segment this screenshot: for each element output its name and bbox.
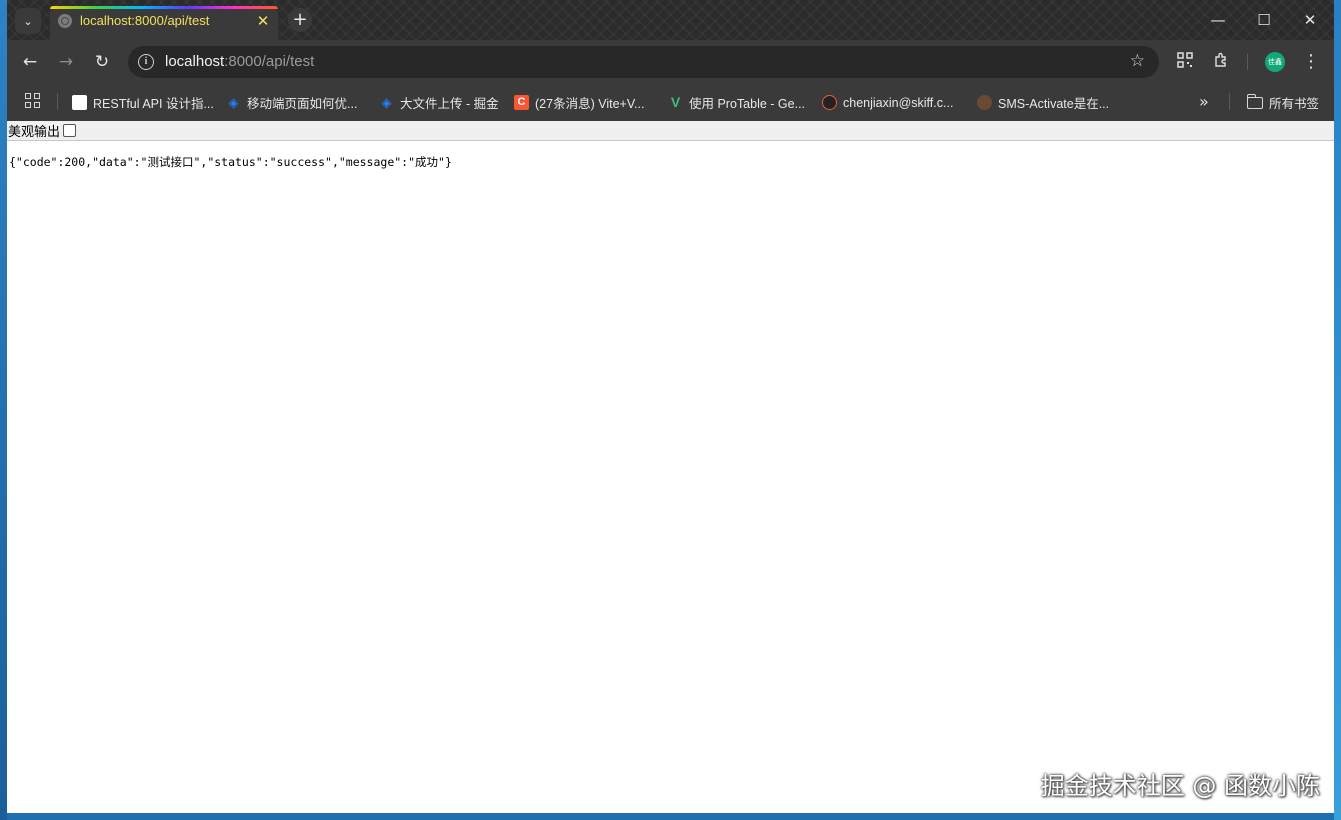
kebab-menu-icon[interactable]: ⋮ [1301,52,1321,72]
bookmarks-bar: RESTful API 设计指... ◈ 移动端页面如何优... ◈ 大文件上传… [7,84,1334,121]
apps-grid-icon[interactable] [25,93,41,109]
all-bookmarks-button[interactable]: 所有书签 [1246,84,1320,121]
bookmark-label: RESTful API 设计指... [93,97,214,111]
watermark: 掘金技术社区 @ 函数小陈 [1040,772,1320,800]
bookmark-label: 大文件上传 - 掘金 [400,97,499,111]
url-path: :8000/api/test [224,53,315,70]
bookmark-label: 移动端页面如何优... [247,97,358,111]
extensions-icon[interactable] [1211,52,1231,72]
pretty-print-checkbox[interactable] [63,124,77,137]
vue-favicon-icon: V [670,94,681,110]
tab-search-button[interactable]: ⌄ [15,8,41,34]
more-bookmarks-icon[interactable]: » [1199,92,1209,111]
url-host: localhost [165,53,225,70]
tab-close-icon[interactable]: ✕ [254,12,272,30]
json-viewer-controls: 美观输出 [7,121,1334,141]
reload-button[interactable]: ↻ [91,51,113,73]
bookmarks-divider [57,93,58,110]
minimize-button[interactable]: — [1203,8,1233,32]
bookmark-sms-activate[interactable]: SMS-Activate是在... [977,84,1109,121]
tab-title: localhost:8000/api/test [80,13,210,28]
close-window-button[interactable]: ✕ [1295,8,1325,32]
desktop-background [0,0,7,820]
bookmarks-divider-right [1229,93,1230,110]
profile-avatar[interactable]: 佳鑫 [1265,52,1285,72]
bookmark-protable[interactable]: V 使用 ProTable - Ge... [668,84,805,121]
csdn-favicon-icon: C [514,95,529,110]
all-bookmarks-label: 所有书签 [1269,97,1320,111]
active-tab[interactable]: localhost:8000/api/test ✕ [50,6,278,40]
juejin-favicon-icon: ◈ [381,95,392,110]
bookmark-mobile-page[interactable]: ◈ 移动端页面如何优... [226,84,358,121]
bookmark-restful[interactable]: RESTful API 设计指... [72,84,214,121]
folder-icon [1246,93,1263,109]
plus-icon: + [292,9,308,30]
desktop-background-right [1334,0,1341,820]
bookmark-csdn[interactable]: C (27条消息) Vite+V... [514,84,644,121]
bookmark-file-upload[interactable]: ◈ 大文件上传 - 掘金 [379,84,499,121]
forward-button[interactable]: → [55,51,77,73]
toolbar-divider [1247,54,1248,70]
bookmark-label: 使用 ProTable - Ge... [689,97,806,111]
restful-favicon-icon [72,95,87,110]
site-info-icon[interactable]: i [138,54,154,70]
sms-favicon-icon [977,95,992,110]
new-tab-button[interactable]: + [288,8,312,32]
bookmark-label: SMS-Activate是在... [998,97,1110,111]
bookmark-label: chenjiaxin@skiff.c... [843,95,954,110]
bookmark-skiff[interactable]: chenjiaxin@skiff.c... [822,84,953,121]
bookmark-star-icon[interactable]: ☆ [1130,51,1145,71]
browser-window: ⌄ localhost:8000/api/test ✕ + — ☐ ✕ ← → … [7,0,1334,813]
pretty-print-label[interactable]: 美观输出 [8,121,60,140]
globe-icon [58,14,72,28]
bookmark-label: (27条消息) Vite+V... [535,97,645,111]
skiff-favicon-icon [822,95,837,110]
qr-code-icon[interactable] [1175,52,1195,72]
tab-strip: ⌄ localhost:8000/api/test ✕ + — ☐ ✕ [7,0,1334,40]
address-bar[interactable]: i localhost:8000/api/test ☆ [128,46,1159,78]
page-content: 美观输出 {"code":200,"data":"测试接口","status":… [7,121,1334,813]
browser-toolbar: ← → ↻ i localhost:8000/api/test ☆ 佳鑫 ⋮ [7,40,1334,84]
tab-rainbow-border [50,6,278,9]
maximize-button[interactable]: ☐ [1249,8,1279,32]
chevron-down-icon: ⌄ [23,14,33,28]
url-text[interactable]: localhost:8000/api/test [165,53,314,70]
juejin-favicon-icon: ◈ [228,95,239,110]
back-button[interactable]: ← [19,51,41,73]
json-response-text: {"code":200,"data":"测试接口","status":"succ… [9,155,452,169]
